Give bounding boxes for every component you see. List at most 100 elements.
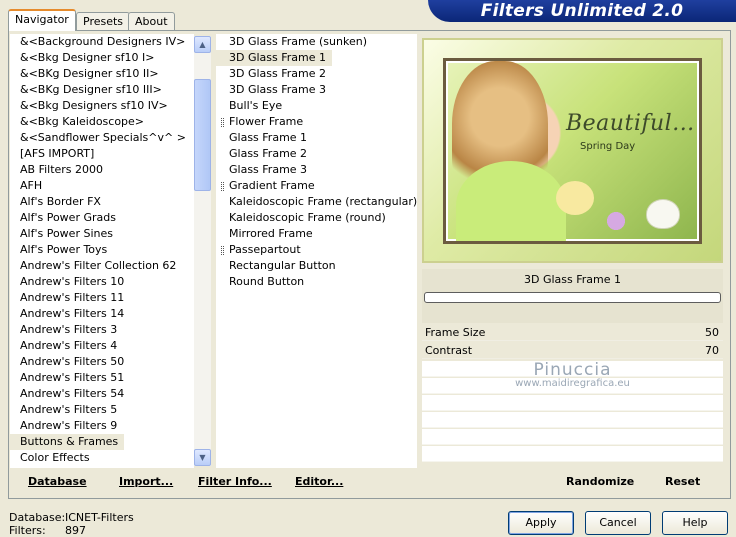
filter-item[interactable]: Kaleidoscopic Frame (round): [216, 210, 417, 226]
preview-image: Beautiful... Spring Day: [422, 38, 723, 263]
preview-egg: [646, 199, 680, 229]
filter-item[interactable]: Gradient Frame: [216, 178, 417, 194]
status-info: Database:ICNET-Filters Filters: 897: [9, 511, 134, 537]
filter-item-label: Bull's Eye: [229, 99, 283, 112]
category-item[interactable]: Andrew's Filters 4: [10, 338, 194, 354]
database-value: ICNET-Filters: [65, 511, 134, 524]
cancel-button[interactable]: Cancel: [585, 511, 651, 535]
category-item[interactable]: &<Bkg Designer sf10 I>: [10, 50, 194, 66]
filter-item-label: Gradient Frame: [229, 179, 315, 192]
filter-item-label: Kaleidoscopic Frame (round): [229, 211, 386, 224]
category-item[interactable]: &<BKg Designer sf10 III>: [10, 82, 194, 98]
grip-icon: [221, 246, 224, 255]
filters-count: 897: [65, 524, 86, 537]
filter-item-label: Glass Frame 3: [229, 163, 308, 176]
category-item[interactable]: Alf's Border FX: [10, 194, 194, 210]
param-empty-slot: [422, 395, 723, 411]
param-frame-size[interactable]: Frame Size 50: [422, 324, 723, 341]
tab-presets[interactable]: Presets: [76, 12, 131, 30]
param-value: 50: [705, 326, 719, 339]
filter-name-box: 3D Glass Frame 1: [422, 269, 723, 323]
category-item[interactable]: Andrew's Filters 5: [10, 402, 194, 418]
scrollbar-thumb[interactable]: [194, 79, 211, 191]
category-item[interactable]: Andrew's Filters 14: [10, 306, 194, 322]
import-button[interactable]: Import...: [119, 475, 173, 488]
filter-item[interactable]: Passepartout: [216, 242, 417, 258]
watermark-name: Pinuccia: [533, 360, 612, 380]
reset-button[interactable]: Reset: [665, 475, 700, 488]
preview-flowers: [596, 211, 636, 231]
apply-button[interactable]: Apply: [508, 511, 574, 535]
param-contrast[interactable]: Contrast 70: [422, 342, 723, 359]
category-scrollbar[interactable]: ▲ ▼: [194, 36, 211, 466]
category-item[interactable]: Andrew's Filters 50: [10, 354, 194, 370]
filter-name: 3D Glass Frame 1: [523, 273, 621, 286]
filter-item[interactable]: 3D Glass Frame 2: [216, 66, 417, 82]
filters-label: Filters:: [9, 524, 46, 537]
filter-item[interactable]: 3D Glass Frame (sunken): [216, 34, 417, 50]
filter-item-label: Passepartout: [229, 243, 301, 256]
filter-item[interactable]: 3D Glass Frame 3: [216, 82, 417, 98]
filter-item[interactable]: 3D Glass Frame 1: [216, 50, 333, 66]
database-label: Database:: [9, 511, 66, 524]
progress-bar: [424, 292, 721, 303]
category-item[interactable]: &<Sandflower Specials^v^ >: [10, 130, 194, 146]
category-item[interactable]: AFH: [10, 178, 194, 194]
arrow-up-icon[interactable]: ▲: [194, 36, 211, 53]
param-empty-slot: [422, 429, 723, 445]
randomize-button[interactable]: Randomize: [566, 475, 634, 488]
category-item[interactable]: Andrew's Filters 54: [10, 386, 194, 402]
app-banner: Filters Unlimited 2.0: [428, 0, 736, 22]
tab-about[interactable]: About: [128, 12, 175, 30]
filter-item[interactable]: Flower Frame: [216, 114, 417, 130]
category-item[interactable]: &<BKg Designer sf10 II>: [10, 66, 194, 82]
filter-item-label: 3D Glass Frame 1: [229, 51, 327, 64]
category-list[interactable]: &<Background Designers IV> &<Bkg Designer…: [10, 34, 194, 468]
filter-item[interactable]: Glass Frame 2: [216, 146, 417, 162]
category-item[interactable]: &<Background Designers IV>: [10, 34, 194, 50]
category-item[interactable]: &<Bkg Kaleidoscope>: [10, 114, 194, 130]
param-label: Frame Size: [425, 326, 486, 339]
preview-title: Beautiful...: [566, 111, 695, 136]
arrow-down-icon[interactable]: ▼: [194, 449, 211, 466]
category-item[interactable]: Andrew's Filters 11: [10, 290, 194, 306]
category-item[interactable]: Alf's Power Sines: [10, 226, 194, 242]
category-item[interactable]: AB Filters 2000: [10, 162, 194, 178]
tab-navigator[interactable]: Navigator: [8, 9, 76, 31]
editor-button[interactable]: Editor...: [295, 475, 343, 488]
category-item[interactable]: Alf's Power Grads: [10, 210, 194, 226]
preview-picture: Beautiful... Spring Day: [443, 58, 702, 244]
category-item[interactable]: Andrew's Filters 9: [10, 418, 194, 434]
filter-item-label: Glass Frame 1: [229, 131, 308, 144]
database-button[interactable]: Database: [28, 475, 87, 488]
filter-item[interactable]: Glass Frame 3: [216, 162, 417, 178]
category-item[interactable]: Color Effects: [10, 450, 194, 466]
filter-item[interactable]: Glass Frame 1: [216, 130, 417, 146]
category-item[interactable]: Andrew's Filters 3: [10, 322, 194, 338]
filter-item-label: Rectangular Button: [229, 259, 336, 272]
category-item[interactable]: Andrew's Filters 51: [10, 370, 194, 386]
filter-item[interactable]: Bull's Eye: [216, 98, 417, 114]
preview-portrait-body: [456, 161, 566, 241]
category-item[interactable]: Buttons & Frames: [10, 434, 125, 450]
category-item[interactable]: Alf's Power Toys: [10, 242, 194, 258]
filter-item-label: Glass Frame 2: [229, 147, 308, 160]
filter-item-label: 3D Glass Frame (sunken): [229, 35, 367, 48]
filter-item[interactable]: Mirrored Frame: [216, 226, 417, 242]
category-item[interactable]: &<Bkg Designers sf10 IV>: [10, 98, 194, 114]
filter-list[interactable]: 3D Glass Frame (sunken) 3D Glass Frame 1 3…: [216, 34, 417, 468]
filter-item[interactable]: Rectangular Button: [216, 258, 417, 274]
filter-info-button[interactable]: Filter Info...: [198, 475, 272, 488]
category-item[interactable]: Andrew's Filters 10: [10, 274, 194, 290]
category-item[interactable]: Andrew's Filter Collection 62: [10, 258, 194, 274]
filter-item-label: Flower Frame: [229, 115, 304, 128]
category-item[interactable]: [AFS IMPORT]: [10, 146, 194, 162]
filter-item-label: 3D Glass Frame 3: [229, 83, 327, 96]
help-button[interactable]: Help: [662, 511, 728, 535]
grip-icon: [221, 118, 224, 127]
watermark: Pinuccia www.maidiregrafica.eu: [422, 360, 723, 389]
filter-item[interactable]: Round Button: [216, 274, 417, 290]
filter-item-label: Kaleidoscopic Frame (rectangular): [229, 195, 417, 208]
param-label: Contrast: [425, 344, 473, 357]
filter-item[interactable]: Kaleidoscopic Frame (rectangular): [216, 194, 417, 210]
